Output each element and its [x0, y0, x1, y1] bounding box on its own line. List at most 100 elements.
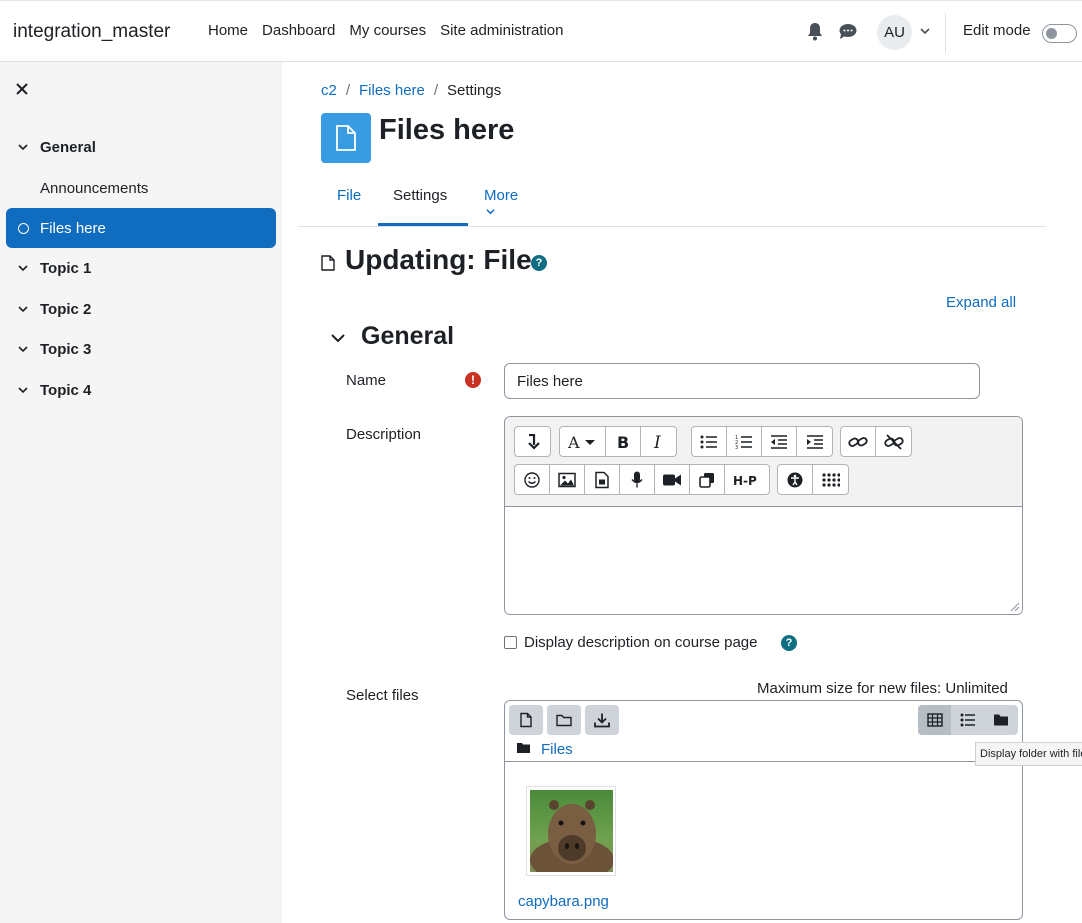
close-drawer-icon[interactable] [15, 82, 29, 96]
view-details-button[interactable] [951, 705, 984, 735]
accessibility-checker-button[interactable] [778, 465, 813, 494]
path-folder-link[interactable]: Files [541, 741, 573, 758]
more-tools-button[interactable] [813, 465, 848, 494]
sidebar-section-topic-3[interactable]: Topic 3 [0, 335, 282, 365]
sidebar-item-announcements[interactable]: Announcements [40, 180, 148, 197]
expand-all-link[interactable]: Expand all [946, 294, 1016, 311]
image-icon [558, 472, 576, 487]
chevron-down-icon [18, 306, 28, 313]
breadcrumb: c2 / Files here / Settings [321, 82, 501, 99]
sidebar-section-topic-2[interactable]: Topic 2 [0, 295, 282, 325]
breadcrumb-current: Settings [447, 82, 502, 99]
display-description-checkbox[interactable] [504, 636, 517, 649]
folder-icon [517, 743, 530, 753]
chevron-down-icon [18, 387, 28, 394]
accessibility-icon [787, 472, 803, 487]
site-brand[interactable]: integration_master [13, 21, 170, 43]
help-icon[interactable]: ? [781, 635, 797, 651]
tabs-divider [298, 226, 1046, 227]
show-more-buttons[interactable] [515, 427, 550, 456]
user-menu-chevron-down-icon[interactable] [919, 25, 931, 37]
svg-text:H-P: H-P [733, 474, 757, 487]
create-folder-button[interactable] [547, 705, 581, 735]
ordered-list-button[interactable]: 123 [727, 427, 762, 456]
media-button[interactable] [585, 465, 620, 494]
description-label: Description [346, 426, 422, 443]
resize-handle-icon[interactable] [1010, 602, 1020, 612]
notifications-bell-icon[interactable] [807, 23, 823, 41]
link-button[interactable] [841, 427, 876, 456]
image-button[interactable] [550, 465, 585, 494]
italic-button[interactable]: I [641, 427, 676, 456]
file-thumbnail[interactable] [526, 786, 616, 876]
toolbar-group-collapse [514, 426, 551, 457]
toolbar-group-media: H-P [514, 464, 770, 495]
view-tree-button[interactable] [984, 705, 1017, 735]
breadcrumb-separator: / [433, 82, 439, 99]
section-title-general[interactable]: General [361, 322, 454, 351]
sidebar-section-label: General [40, 139, 96, 156]
unlink-button[interactable] [876, 427, 911, 456]
view-icons-button[interactable] [918, 705, 951, 735]
nav-site-administration[interactable]: Site administration [440, 22, 563, 39]
view-mode-switcher [918, 705, 1018, 735]
toolbar-group-format: A B I [559, 426, 677, 457]
link-icon [848, 436, 868, 447]
manage-files-button[interactable] [690, 465, 725, 494]
tab-settings[interactable]: Settings [393, 187, 447, 204]
nav-my-courses[interactable]: My courses [349, 22, 426, 39]
page-title: Files here [379, 114, 515, 146]
unordered-list-button[interactable] [692, 427, 727, 456]
edit-mode-label: Edit mode [963, 22, 1031, 39]
record-video-button[interactable] [655, 465, 690, 494]
grid-view-icon [926, 713, 943, 727]
add-file-button[interactable] [509, 705, 543, 735]
bullet-list-icon [700, 435, 717, 448]
nav-home[interactable]: Home [208, 22, 248, 39]
sidebar-section-topic-4[interactable]: Topic 4 [0, 376, 282, 406]
tab-more[interactable]: More [484, 187, 518, 221]
sidebar-item-files-here[interactable]: Files here [6, 208, 276, 248]
download-all-button[interactable] [585, 705, 619, 735]
outdent-button[interactable] [762, 427, 797, 456]
help-icon[interactable]: ? [531, 255, 547, 271]
paragraph-style-button[interactable]: A [560, 427, 606, 456]
breadcrumb-separator: / [345, 82, 351, 99]
video-camera-icon [663, 474, 681, 485]
sidebar-section-topic-1[interactable]: Topic 1 [0, 254, 282, 284]
bold-button[interactable]: B [606, 427, 641, 456]
top-navbar: integration_master Home Dashboard My cou… [0, 0, 1082, 62]
svg-text:I: I [653, 434, 661, 450]
record-audio-button[interactable] [620, 465, 655, 494]
required-icon: ! [465, 372, 481, 388]
breadcrumb-course[interactable]: c2 [321, 82, 337, 99]
sidebar-section-general[interactable]: General [0, 133, 282, 163]
font-style-icon: A [568, 434, 595, 450]
section-collapse-chevron-icon[interactable] [330, 331, 346, 345]
indent-button[interactable] [797, 427, 832, 456]
tab-file[interactable]: File [337, 187, 361, 204]
breadcrumb-activity[interactable]: Files here [359, 82, 425, 99]
file-manager: Files capybara.png [504, 700, 1023, 920]
chevron-down-icon [18, 265, 28, 272]
emoji-icon [524, 471, 540, 488]
description-editor: A B I 123 H-P [504, 416, 1023, 615]
messages-icon[interactable] [839, 23, 857, 40]
file-name-link[interactable]: capybara.png [518, 893, 609, 910]
collapse-arrow-icon [527, 433, 540, 450]
nav-dashboard[interactable]: Dashboard [262, 22, 335, 39]
h5p-button[interactable]: H-P [725, 465, 769, 494]
name-label: Name [346, 372, 387, 389]
emoji-button[interactable] [515, 465, 550, 494]
capybara-image [530, 790, 613, 872]
user-avatar[interactable]: AU [877, 15, 912, 50]
name-input[interactable] [504, 363, 980, 399]
outdent-icon [771, 434, 787, 449]
svg-text:B: B [617, 434, 629, 450]
activity-incomplete-icon [18, 223, 29, 234]
edit-mode-toggle[interactable] [1042, 24, 1077, 43]
italic-icon: I [653, 434, 661, 450]
download-icon [594, 713, 610, 728]
grid-dots-icon [821, 472, 840, 487]
editor-content-area[interactable] [505, 508, 1022, 614]
